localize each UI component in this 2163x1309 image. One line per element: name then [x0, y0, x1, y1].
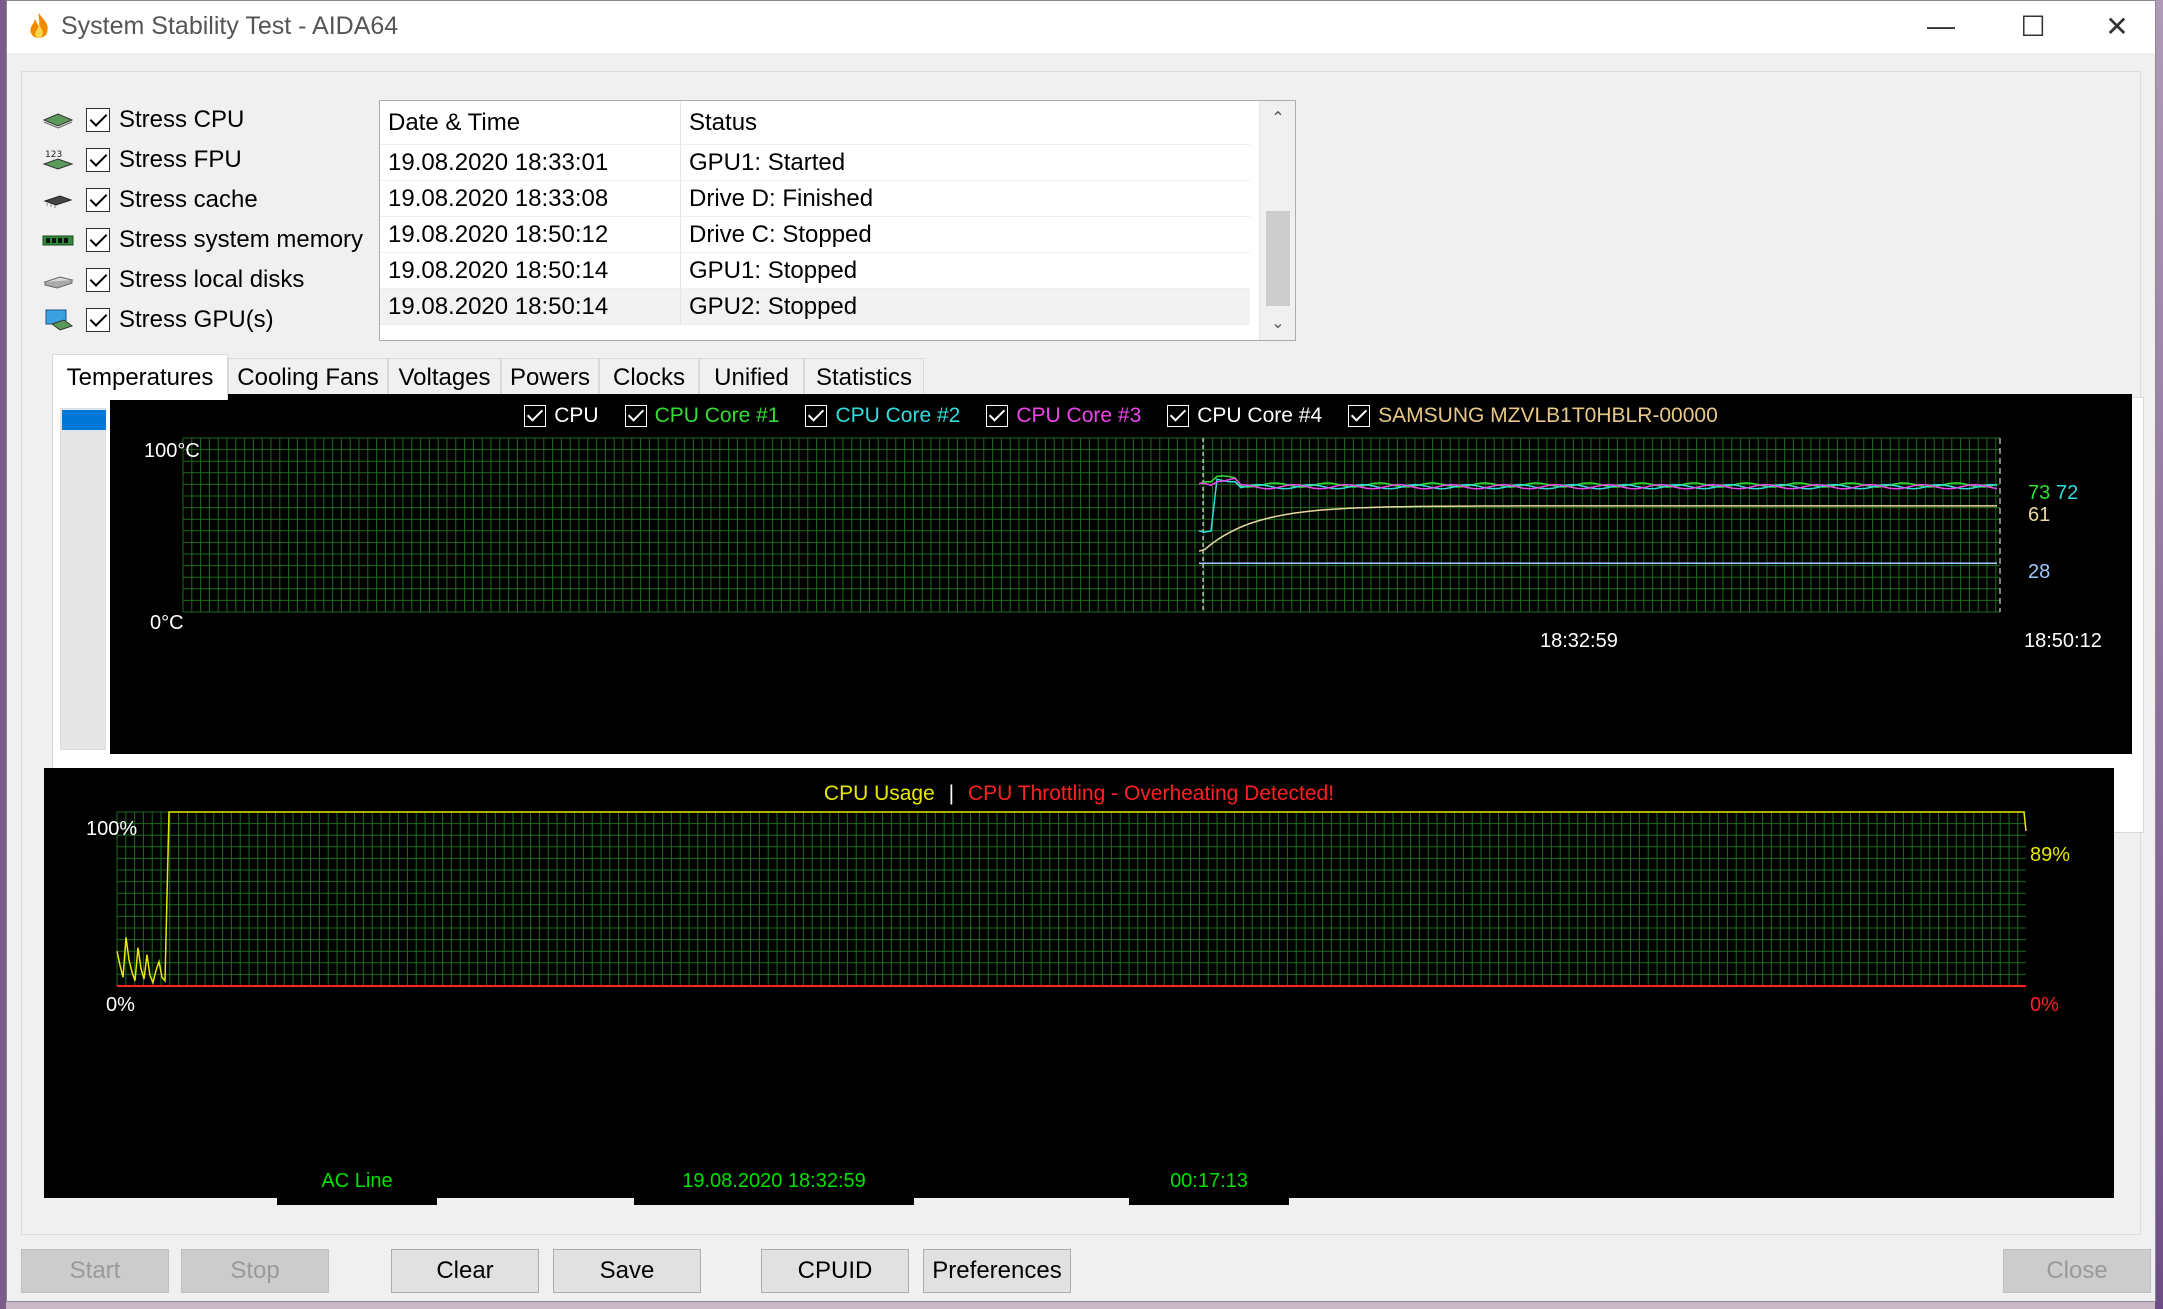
stress-memory-label: Stress system memory: [119, 226, 364, 253]
battery-value: AC Line: [277, 1157, 437, 1205]
tab-statistics[interactable]: Statistics: [804, 358, 924, 396]
throttle-readout: 0%: [2030, 994, 2059, 1016]
minimize-button[interactable]: —: [1895, 1, 1987, 51]
temp-x-end-label: 18:50:12: [2024, 630, 2102, 652]
scroll-up-icon[interactable]: ⌃: [1260, 101, 1295, 135]
log-cell-datetime: 19.08.2020 18:33:08: [380, 181, 681, 216]
stress-memory-option[interactable]: Stress system memory: [42, 222, 363, 258]
minimize-icon: —: [1927, 10, 1955, 41]
log-row[interactable]: 19.08.2020 18:33:01 GPU1: Started: [380, 145, 1250, 181]
cpu-chip-icon: [42, 113, 74, 129]
stress-cpu-label: Stress CPU: [119, 106, 245, 133]
temperature-plot: [182, 437, 2001, 613]
desktop-background-right: [2155, 0, 2163, 1309]
cpu-y-min-label: 0%: [106, 994, 135, 1016]
log-cell-datetime: 19.08.2020 18:50:12: [380, 217, 681, 252]
close-icon: ✕: [2105, 10, 2129, 42]
log-cell-status: Drive C: Stopped: [689, 220, 872, 248]
temperature-graph: CPU CPU Core #1 CPU Core #2 CPU Core #3 …: [110, 394, 2132, 754]
log-row[interactable]: 19.08.2020 18:50:14 GPU1: Stopped: [380, 253, 1250, 289]
preferences-button[interactable]: Preferences: [923, 1249, 1071, 1293]
cpu-usage-series-line: [116, 811, 2027, 985]
stress-cache-checkbox[interactable]: [86, 188, 110, 212]
stress-fpu-option[interactable]: 123 Stress FPU: [42, 142, 242, 178]
scroll-thumb[interactable]: [1266, 211, 1290, 306]
elapsed-time-label: Elapsed Time:: [957, 1168, 1110, 1195]
disk-drive-icon: [43, 276, 74, 289]
log-header-status[interactable]: Status: [681, 109, 757, 137]
tab-unified[interactable]: Unified: [699, 358, 804, 396]
temp-y-max-label: 100°C: [144, 440, 200, 462]
maximize-button[interactable]: ☐: [1987, 1, 2079, 51]
log-cell-status: Drive D: Finished: [689, 184, 874, 212]
svg-text:123: 123: [45, 150, 62, 160]
log-header-datetime[interactable]: Date & Time: [380, 101, 681, 144]
log-row[interactable]: 19.08.2020 18:33:08 Drive D: Finished: [380, 181, 1250, 217]
log-row[interactable]: 19.08.2020 18:50:14 GPU2: Stopped: [380, 289, 1250, 325]
fpu-icon: 123: [42, 150, 74, 170]
stress-gpu-checkbox[interactable]: [86, 308, 110, 332]
elapsed-time-value: 00:17:13: [1129, 1157, 1289, 1205]
ssd-readout: 28: [2028, 561, 2051, 583]
cpu-usage-readout: 89%: [2030, 844, 2071, 866]
event-log-list[interactable]: Date & Time Status 19.08.2020 18:33:01 G…: [379, 100, 1296, 341]
cache-chip-icon: [43, 195, 73, 208]
stress-gpu-option[interactable]: Stress GPU(s): [42, 302, 274, 338]
close-button[interactable]: Close: [2003, 1249, 2151, 1293]
log-cell-datetime: 19.08.2020 18:33:01: [380, 145, 681, 180]
cpu-usage-plot: [116, 811, 2027, 987]
maximize-icon: ☐: [2020, 10, 2046, 42]
tab-powers[interactable]: Powers: [501, 358, 599, 396]
stop-button[interactable]: Stop: [181, 1249, 329, 1293]
scroll-down-icon[interactable]: ⌄: [1260, 306, 1295, 340]
core1-readout: 73: [2028, 482, 2051, 504]
stress-cpu-checkbox[interactable]: [86, 108, 110, 132]
window-title: System Stability Test - AIDA64: [61, 12, 399, 40]
tab-voltages[interactable]: Voltages: [388, 358, 501, 396]
sensor-selected-item[interactable]: [62, 410, 106, 430]
test-started-value: 19.08.2020 18:32:59: [634, 1157, 914, 1205]
cpu-y-max-label: 100%: [86, 818, 138, 840]
log-cell-datetime: 19.08.2020 18:50:14: [380, 289, 681, 324]
cpu-readout: 61: [2028, 504, 2051, 526]
stress-fpu-checkbox[interactable]: [86, 148, 110, 172]
stress-disks-checkbox[interactable]: [86, 268, 110, 292]
temp-y-min-label: 0°C: [150, 612, 184, 634]
battery-label: Remaining Battery:: [51, 1168, 256, 1195]
start-button[interactable]: Start: [21, 1249, 169, 1293]
save-button[interactable]: Save: [553, 1249, 701, 1293]
stress-gpu-label: Stress GPU(s): [119, 306, 274, 333]
sensor-selector-list[interactable]: [60, 408, 106, 750]
log-cell-datetime: 19.08.2020 18:50:14: [380, 253, 681, 288]
cpuid-button[interactable]: CPUID: [761, 1249, 909, 1293]
log-cell-status: GPU2: Stopped: [689, 292, 858, 320]
main-panel: Stress CPU 123 Stress FPU Stress cache S…: [21, 71, 2144, 1235]
cpu-usage-graph: CPU Usage | CPU Throttling - Overheating…: [44, 768, 2114, 1198]
memory-module-icon: [42, 235, 74, 246]
log-scrollbar[interactable]: ⌃ ⌄: [1259, 101, 1295, 340]
gpu-monitor-icon: [45, 309, 74, 331]
tab-temperatures[interactable]: Temperatures: [52, 354, 228, 400]
stress-cache-option[interactable]: Stress cache: [42, 182, 258, 218]
stress-fpu-label: Stress FPU: [119, 146, 242, 173]
stress-cache-label: Stress cache: [119, 186, 258, 213]
stress-disks-option[interactable]: Stress local disks: [42, 262, 304, 298]
title-bar[interactable]: System Stability Test - AIDA64 — ☐ ✕: [7, 1, 2155, 53]
temp-x-start-label: 18:32:59: [1540, 630, 1618, 652]
aida64-flame-icon: [30, 13, 48, 38]
close-window-button[interactable]: ✕: [2079, 1, 2155, 51]
tab-cooling-fans[interactable]: Cooling Fans: [228, 358, 388, 396]
test-started-label: Test Started:: [479, 1168, 614, 1195]
log-row[interactable]: 19.08.2020 18:50:12 Drive C: Stopped: [380, 217, 1250, 253]
stress-disks-label: Stress local disks: [119, 266, 305, 293]
log-cell-status: GPU1: Stopped: [689, 256, 858, 284]
stress-memory-checkbox[interactable]: [86, 228, 110, 252]
tab-clocks[interactable]: Clocks: [599, 358, 699, 396]
core2-readout: 72: [2056, 482, 2079, 504]
log-cell-status: GPU1: Started: [689, 148, 846, 176]
log-header: Date & Time Status: [380, 101, 1250, 145]
stress-cpu-option[interactable]: Stress CPU: [42, 102, 244, 138]
clear-button[interactable]: Clear: [391, 1249, 539, 1293]
aida64-stability-window: System Stability Test - AIDA64 — ☐ ✕ Str…: [6, 0, 2156, 1302]
